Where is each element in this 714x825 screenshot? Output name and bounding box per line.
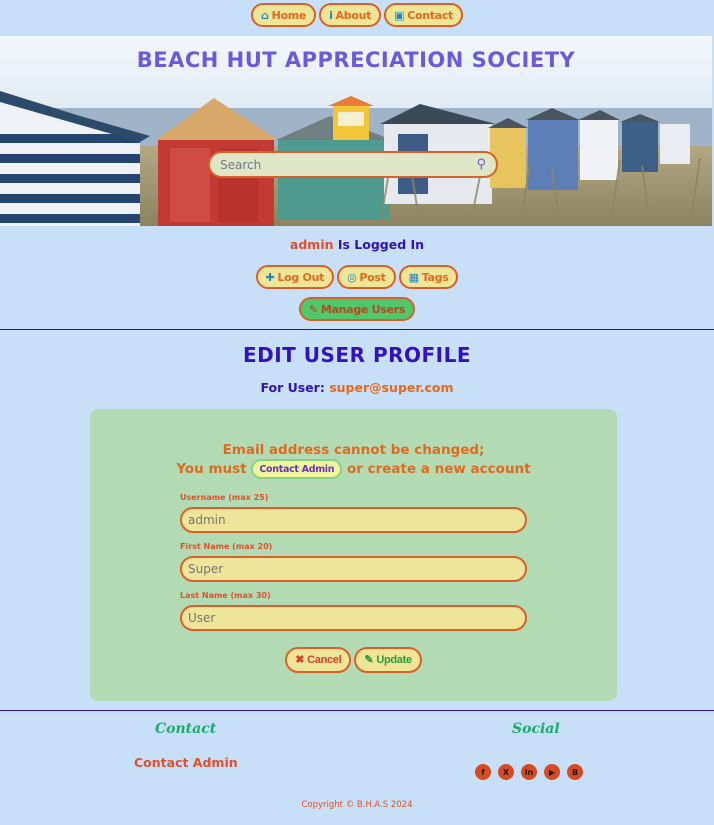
contact-admin-button[interactable]: Contact Admin: [251, 459, 343, 479]
login-status-text: Is Logged In: [337, 237, 425, 252]
about-button[interactable]: i About: [319, 3, 382, 27]
for-user-label: For User:: [260, 380, 325, 395]
contact-label: Contact: [407, 8, 454, 22]
page-title: EDIT USER PROFILE: [242, 343, 472, 367]
linkedin-icon[interactable]: in: [521, 764, 537, 780]
update-button[interactable]: ✎ Update: [354, 647, 422, 673]
tags-label: Tags: [421, 270, 449, 284]
youtube-icon[interactable]: ▶: [544, 764, 560, 780]
for-user-line: For User: super@super.com: [0, 380, 714, 395]
admin-nav: ✎ Manage Users: [0, 297, 714, 321]
notice-line-1: Email address cannot be changed;: [222, 442, 485, 458]
home-label: Home: [271, 8, 307, 22]
footer-contact-heading: Contact: [155, 721, 217, 737]
cancel-label: Cancel: [307, 654, 342, 666]
divider: [0, 329, 714, 330]
home-button[interactable]: ⌂ Home: [250, 3, 317, 27]
logout-label: Log Out: [277, 270, 325, 284]
manage-users-label: Manage Users: [320, 302, 406, 316]
copyright: Copyright © B.H.A.S 2024: [301, 800, 413, 810]
first-name-label: First Name (max 20): [180, 542, 273, 551]
notice-after: or create a new account: [346, 461, 531, 477]
hero-banner: BEACH HUT APPRECIATION SOCIETY ⚲: [0, 36, 712, 226]
first-name-input[interactable]: [188, 562, 519, 576]
tags-button[interactable]: ▦ Tags: [398, 265, 459, 289]
search-icon[interactable]: ⚲: [476, 157, 486, 172]
wrench-icon: ✎: [308, 302, 318, 316]
last-name-input[interactable]: [188, 611, 519, 625]
notice-line-2: You must Contact Admin or create a new a…: [90, 459, 617, 479]
manage-users-button[interactable]: ✎ Manage Users: [298, 297, 416, 321]
username-field[interactable]: [180, 507, 527, 533]
footer-social-heading: Social: [512, 721, 560, 737]
info-icon: i: [329, 8, 333, 22]
for-user-email: super@super.com: [329, 380, 454, 395]
cancel-icon: ✖: [295, 653, 305, 666]
username-input[interactable]: [188, 513, 519, 527]
post-icon: ◎: [347, 270, 357, 284]
user-plus-icon: ✚: [265, 270, 275, 284]
blogger-icon[interactable]: B: [567, 764, 583, 780]
footer-divider: [0, 710, 714, 711]
update-icon: ✎: [364, 653, 374, 666]
footer-contact-admin-link[interactable]: Contact Admin: [134, 755, 238, 770]
logout-button[interactable]: ✚ Log Out: [255, 265, 335, 289]
update-label: Update: [376, 654, 412, 666]
username-label: Username (max 25): [180, 493, 269, 502]
last-name-label: Last Name (max 30): [180, 591, 271, 600]
notice-before: You must: [176, 461, 247, 477]
user-nav: ✚ Log Out ◎ Post ▦ Tags: [0, 265, 714, 289]
logged-in-username: admin: [289, 237, 334, 252]
cancel-button[interactable]: ✖ Cancel: [285, 647, 352, 673]
about-label: About: [335, 8, 372, 22]
search-input[interactable]: [220, 157, 477, 172]
top-nav: ⌂ Home i About ▣ Contact: [0, 3, 714, 27]
post-label: Post: [359, 270, 386, 284]
x-twitter-icon[interactable]: X: [498, 764, 514, 780]
social-links: f X in ▶ B: [475, 764, 583, 780]
contact-button[interactable]: ▣ Contact: [384, 3, 464, 27]
home-icon: ⌂: [260, 8, 269, 22]
edit-profile-form: Email address cannot be changed; You mus…: [90, 409, 617, 701]
post-button[interactable]: ◎ Post: [337, 265, 396, 289]
facebook-icon[interactable]: f: [475, 764, 491, 780]
first-name-field[interactable]: [180, 556, 527, 582]
email-notice: Email address cannot be changed; You mus…: [90, 442, 617, 479]
address-book-icon: ▣: [394, 8, 405, 22]
search-bar[interactable]: ⚲: [208, 151, 498, 178]
site-title: BEACH HUT APPRECIATION SOCIETY: [136, 48, 576, 72]
form-actions: ✖ Cancel ✎ Update: [90, 647, 617, 673]
last-name-field[interactable]: [180, 605, 527, 631]
tags-icon: ▦: [408, 270, 419, 284]
login-status: admin Is Logged In: [0, 237, 714, 252]
